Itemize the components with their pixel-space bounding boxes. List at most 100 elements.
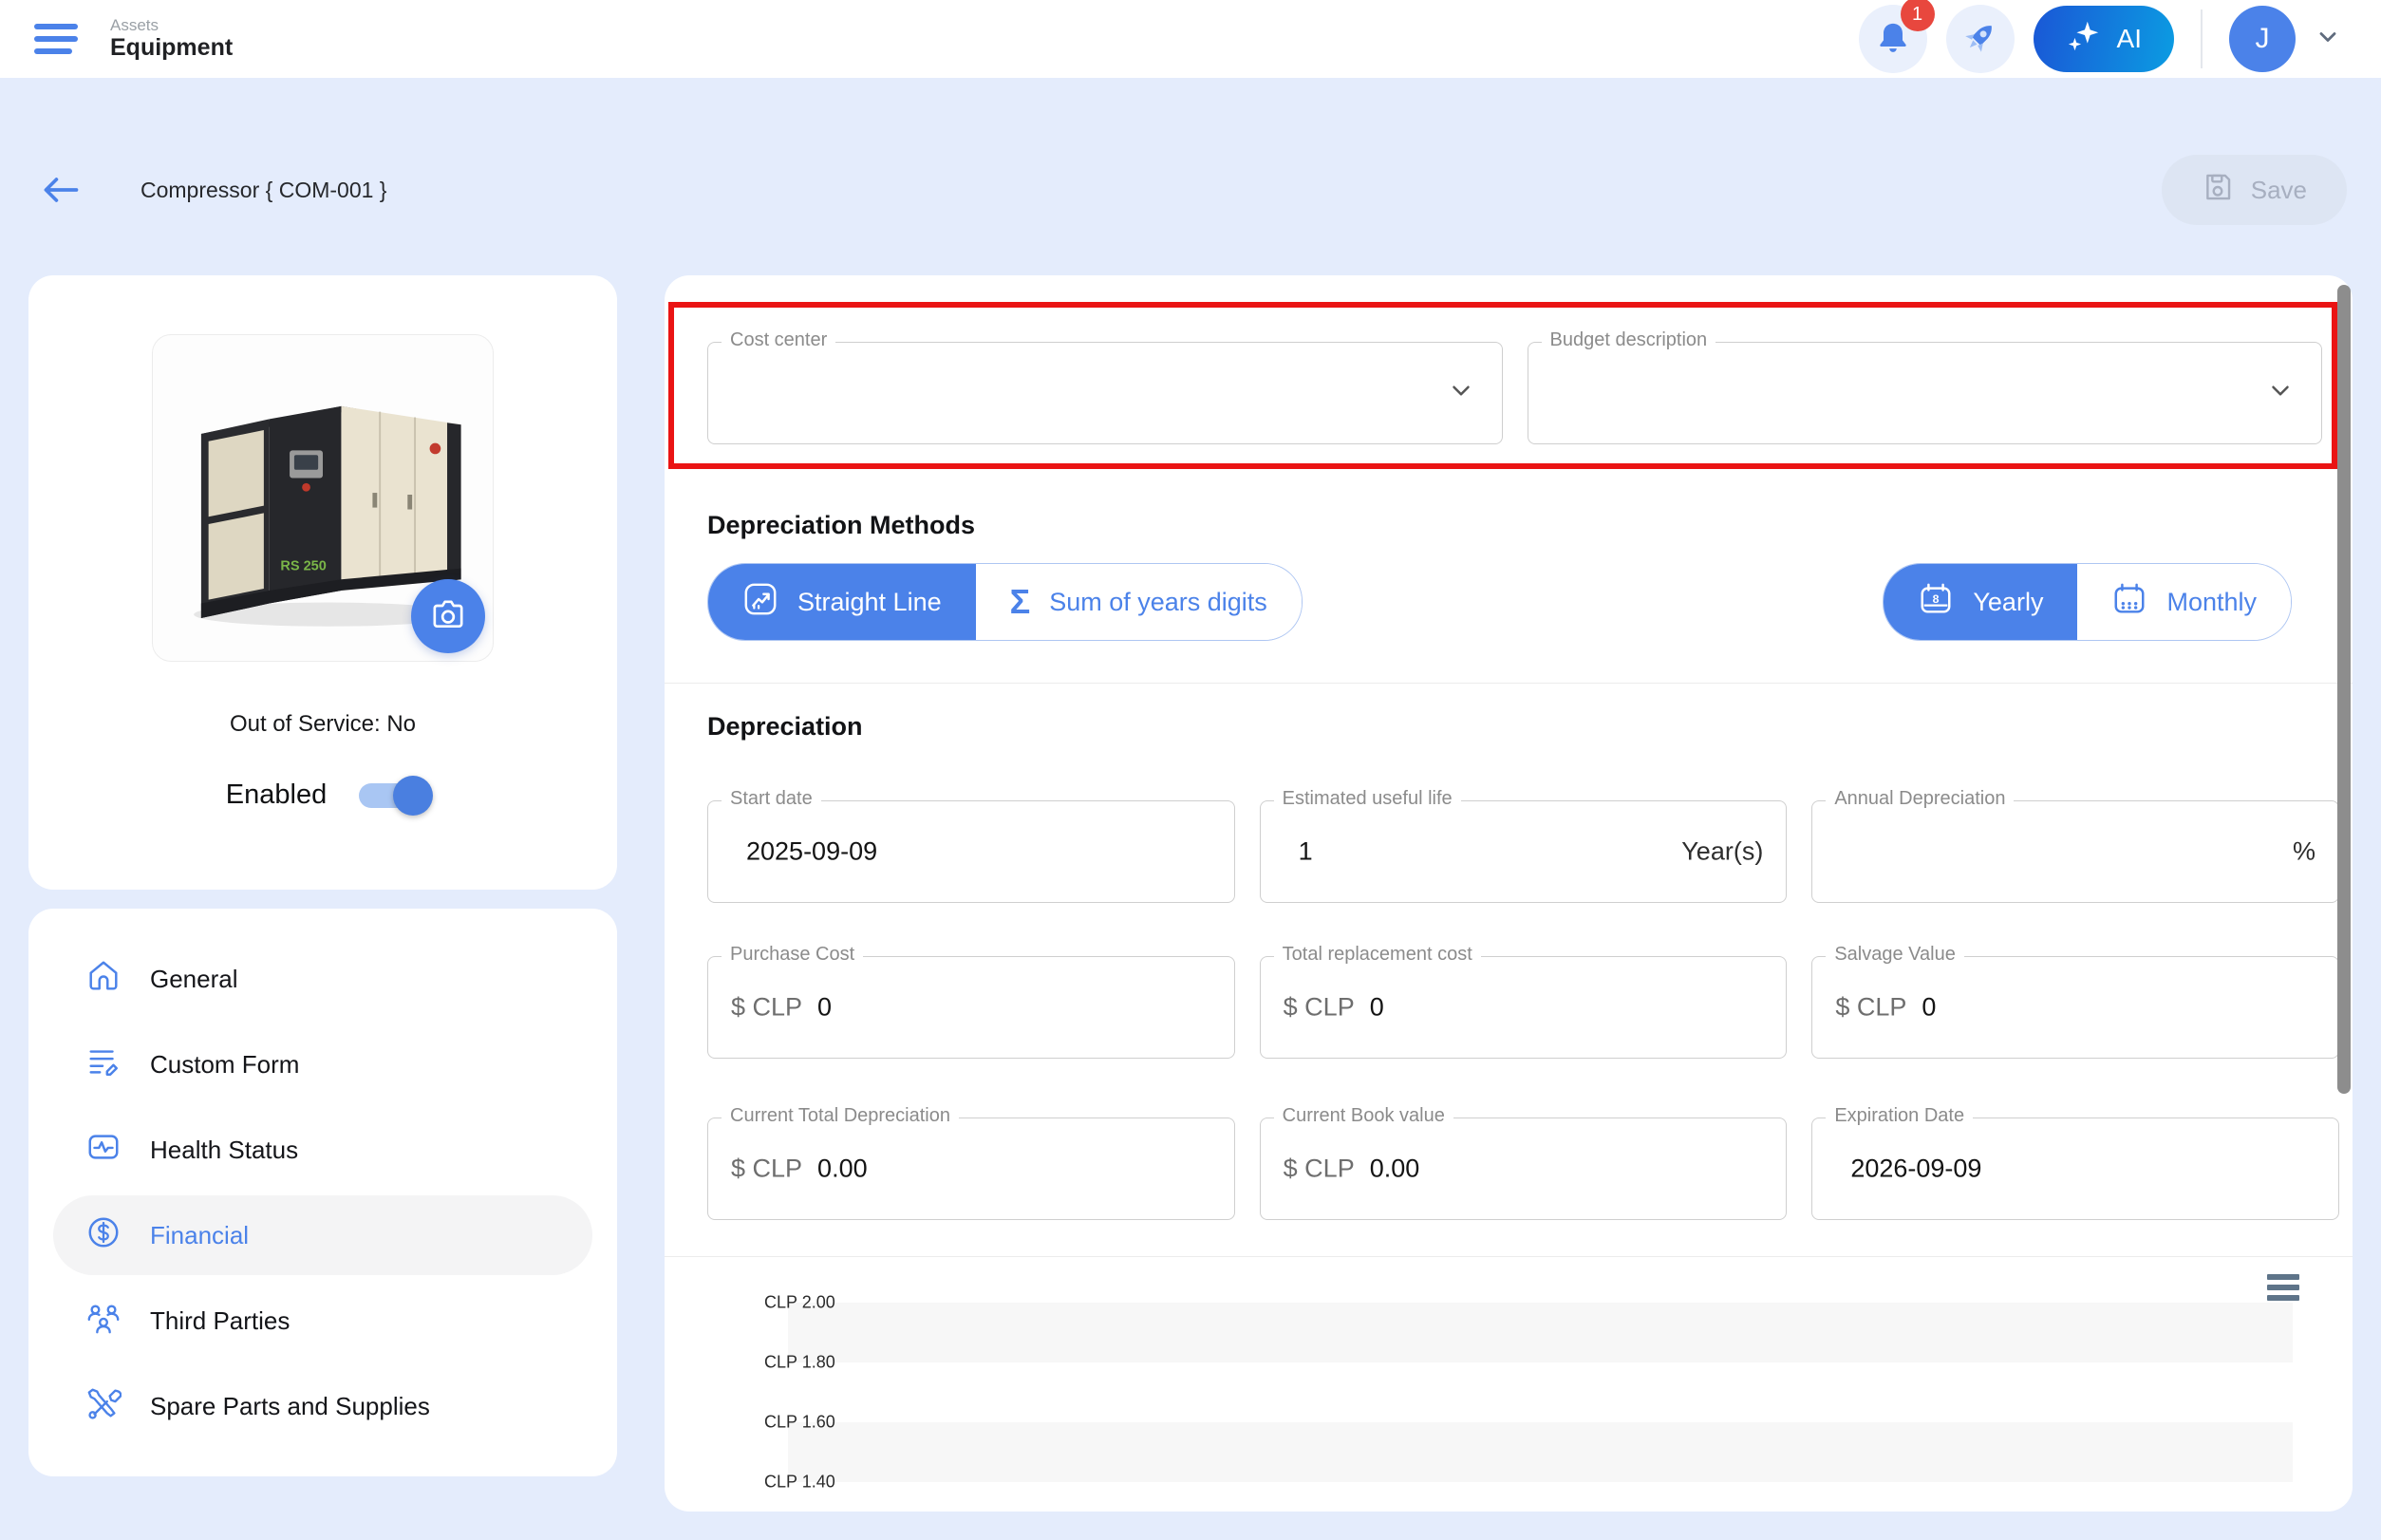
sidebar-item-label: Spare Parts and Supplies [150,1392,430,1421]
section-divider [665,683,2353,684]
field-label: Salvage Value [1826,944,1964,966]
field-value: 1 [1299,837,1313,867]
field-label: Purchase Cost [722,944,863,966]
tools-icon [85,1385,122,1428]
useful-life-field[interactable]: Estimated useful life 1 Year(s) [1260,800,1788,903]
trend-chart-icon [742,581,778,624]
y-axis-label: CLP 1.60 [764,1413,835,1433]
method-option-label: Sum of years digits [1049,588,1267,617]
y-axis-label: CLP 2.00 [764,1293,835,1313]
scrollbar-thumb[interactable] [2337,285,2351,1094]
sidebar-item-label: Health Status [150,1136,298,1165]
y-axis-label: CLP 1.80 [764,1353,835,1373]
expiration-date-field[interactable]: Expiration Date 2026-09-09 [1811,1117,2339,1220]
save-button[interactable]: Save [2162,155,2347,225]
asset-summary-card: RS 250 Out of Service: No Enabled [28,275,617,890]
page-module-title: Equipment [110,34,233,62]
field-value: 0.00 [1370,1155,1420,1184]
field-label: Total replacement cost [1274,944,1481,966]
field-value: 2025-09-09 [746,837,877,867]
calendar-year-icon: 8 [1918,581,1954,624]
cost-center-label: Cost center [722,329,835,351]
sidebar-item-custom-form[interactable]: Custom Form [53,1024,592,1104]
replacement-cost-field[interactable]: Total replacement cost $ CLP0 [1260,956,1788,1059]
method-toggle-group: Straight Line Σ Sum of years digits [707,563,1303,641]
whats-new-button[interactable] [1946,5,2015,73]
field-label: Current Total Depreciation [722,1105,959,1127]
rocket-icon [1960,17,2000,62]
out-of-service-status: Out of Service: No [28,711,617,738]
people-icon [85,1300,122,1343]
sidebar-item-third-parties[interactable]: Third Parties [53,1281,592,1361]
asset-photo-frame: RS 250 [152,334,494,662]
sparkles-icon [2066,18,2102,61]
enabled-toggle[interactable] [359,783,420,808]
chevron-down-icon[interactable] [1447,377,1475,410]
method-sum-of-years-button[interactable]: Σ Sum of years digits [976,564,1302,640]
field-label: Current Book value [1274,1105,1453,1127]
home-icon [85,958,122,1001]
period-monthly-button[interactable]: Monthly [2077,564,2291,640]
health-icon [85,1129,122,1172]
back-button[interactable] [34,163,87,216]
field-value: 0 [1922,993,1936,1023]
chevron-down-icon[interactable] [2266,377,2295,410]
sidebar-item-financial[interactable]: Financial [53,1195,592,1275]
calendar-month-icon [2111,581,2147,624]
budget-description-select[interactable]: Budget description [1528,342,2323,444]
sidebar-item-label: Third Parties [150,1306,290,1336]
salvage-value-field[interactable]: Salvage Value $ CLP0 [1811,956,2339,1059]
sidebar-item-label: Financial [150,1221,249,1250]
ai-assistant-button[interactable]: AI [2034,6,2174,72]
field-prefix: $ CLP [1284,1155,1355,1184]
field-suffix: % [2293,837,2315,867]
period-toggle-group: 8 Yearly Monthly [1883,563,2292,641]
chevron-down-icon[interactable] [2315,24,2341,55]
form-icon [85,1043,122,1086]
save-icon [2202,171,2234,210]
purchase-cost-field[interactable]: Purchase Cost $ CLP0 [707,956,1235,1059]
module-title: Assets [110,16,233,35]
enabled-label: Enabled [226,779,327,811]
asset-section-nav: General Custom Form Health Status Financ… [28,909,617,1476]
page-toolbar: Compressor { COM-001 } Save [34,154,2347,226]
field-label: Start date [722,788,821,810]
start-date-field[interactable]: Start date 2025-09-09 [707,800,1235,903]
sidebar-item-label: Custom Form [150,1050,299,1080]
financial-panel: Cost center Budget description Depreciat… [665,275,2353,1512]
chart-grid-bands [788,1303,2293,1512]
method-straight-line-button[interactable]: Straight Line [708,564,976,640]
method-option-label: Straight Line [797,588,942,617]
field-prefix: $ CLP [1284,993,1355,1023]
header-divider [2201,9,2203,68]
cost-center-select[interactable]: Cost center [707,342,1503,444]
field-value: 0 [1370,993,1384,1023]
y-axis-label: CLP 1.40 [764,1473,835,1493]
camera-icon [429,596,467,637]
sidebar-item-label: General [150,965,238,994]
annual-depreciation-field[interactable]: Annual Depreciation % [1811,800,2339,903]
sidebar-item-general[interactable]: General [53,939,592,1019]
chart-menu-icon[interactable] [2263,1270,2303,1305]
change-photo-button[interactable] [411,579,485,653]
svg-text:8: 8 [1933,592,1940,605]
save-button-label: Save [2251,176,2307,205]
page-title: Compressor { COM-001 } [141,178,386,203]
current-depreciation-field[interactable]: Current Total Depreciation $ CLP0.00 [707,1117,1235,1220]
budget-description-label: Budget description [1542,329,1716,351]
app-bar: Assets Equipment 1 AI J [0,0,2381,78]
field-suffix: Year(s) [1681,837,1763,867]
period-yearly-button[interactable]: 8 Yearly [1884,564,2077,640]
sidebar-item-spare-parts[interactable]: Spare Parts and Supplies [53,1366,592,1446]
user-avatar[interactable]: J [2229,6,2296,72]
field-label: Estimated useful life [1274,788,1461,810]
menu-icon[interactable] [30,18,82,60]
field-value: 0 [817,993,832,1023]
ai-button-label: AI [2117,24,2142,54]
period-option-label: Monthly [2166,588,2257,617]
depreciation-methods-title: Depreciation Methods [707,511,2339,540]
sidebar-item-health-status[interactable]: Health Status [53,1110,592,1190]
depreciation-chart: CLP 2.00 CLP 1.80 CLP 1.60 CLP 1.40 [707,1257,2339,1512]
notifications-button[interactable]: 1 [1859,5,1927,73]
current-book-value-field[interactable]: Current Book value $ CLP0.00 [1260,1117,1788,1220]
